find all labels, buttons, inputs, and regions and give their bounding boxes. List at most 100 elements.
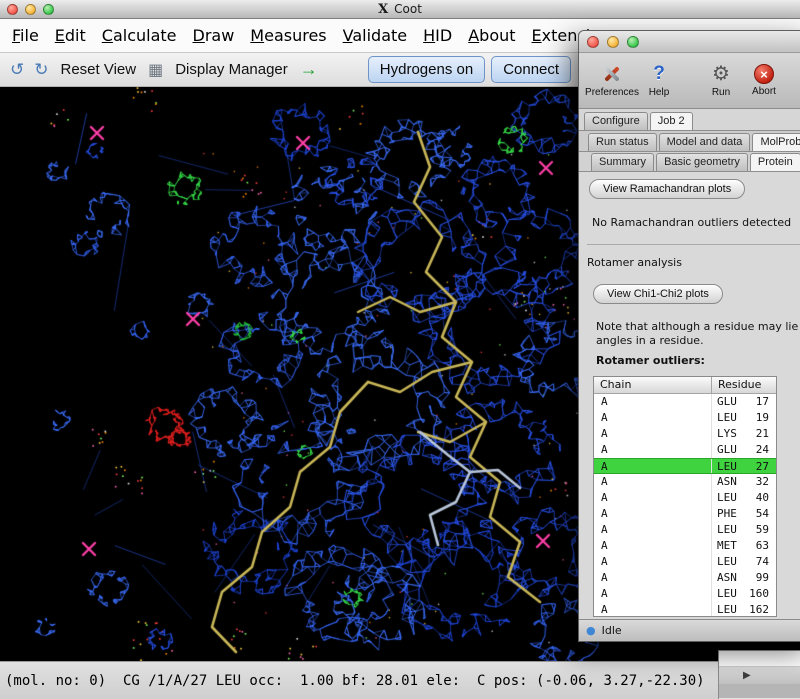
residue-number: 54 xyxy=(756,506,776,522)
abort-label: Abort xyxy=(752,86,776,97)
help-button[interactable]: ? Help xyxy=(641,56,677,106)
residue-number: 99 xyxy=(756,570,776,586)
gear-icon: ⚙ xyxy=(712,63,730,85)
menu-item[interactable]: File xyxy=(4,20,47,52)
residue-number: 19 xyxy=(756,410,776,426)
residue-name: LEU xyxy=(717,459,737,473)
minimize-button[interactable] xyxy=(607,36,619,48)
section-divider xyxy=(587,244,800,245)
molprobity-statusbar: ● Idle xyxy=(579,619,800,641)
tab[interactable]: Basic geometry xyxy=(656,153,748,171)
residue-number: 63 xyxy=(756,538,776,554)
residue-cell: ASN 32 xyxy=(712,474,776,490)
residue-cell: LEU 40 xyxy=(712,490,776,506)
menu-item[interactable]: Validate xyxy=(335,20,415,52)
chain-cell: A xyxy=(594,474,712,490)
tab[interactable]: Model and data xyxy=(659,133,751,151)
go-arrow-button[interactable]: → xyxy=(298,59,320,80)
rotamer-note-line1: Note that although a residue may lie xyxy=(596,320,800,334)
view-ramachandran-plots-button[interactable]: View Ramachandran plots xyxy=(589,179,745,199)
residue-number: 21 xyxy=(756,426,776,442)
rotamer-row[interactable]: A LEU 40 xyxy=(594,490,776,506)
menu-item[interactable]: Draw xyxy=(185,20,243,52)
reset-view-button[interactable]: Reset View xyxy=(57,58,141,81)
rotamer-row[interactable]: A GLU 24 xyxy=(594,442,776,458)
chain-cell: A xyxy=(594,554,712,570)
molprobity-section-tabs: Summary Basic geometry Protein C xyxy=(579,152,800,172)
menu-item[interactable]: About xyxy=(460,20,523,52)
residue-number: 74 xyxy=(756,554,776,570)
rotamer-row[interactable]: A PHE 54 xyxy=(594,506,776,522)
rotamer-row[interactable]: A LYS 21 xyxy=(594,426,776,442)
menu-item[interactable]: HID xyxy=(415,20,460,52)
atom-status-text: (mol. no: 0) CG /1/A/27 LEU occ: 1.00 bf… xyxy=(0,673,705,689)
tab[interactable]: Protein xyxy=(750,153,800,171)
residue-column-header[interactable]: Residue xyxy=(712,377,776,393)
redo-view-button[interactable]: ↻ xyxy=(32,60,50,80)
connect-toggle[interactable]: Connect xyxy=(491,56,571,83)
residue-name: LEU xyxy=(717,522,737,538)
close-button[interactable] xyxy=(587,36,599,48)
tab[interactable]: Run status xyxy=(588,133,657,151)
rotamer-row[interactable]: A LEU 27 xyxy=(594,458,776,474)
rotamer-row[interactable]: A LEU 19 xyxy=(594,410,776,426)
tab[interactable]: Summary xyxy=(591,153,654,171)
residue-cell: LEU 27 xyxy=(712,459,776,473)
residue-name: ASN xyxy=(717,474,737,490)
tab[interactable]: MolProbity xyxy=(752,133,800,151)
run-button[interactable]: ⚙ Run xyxy=(701,56,741,106)
residue-number: 27 xyxy=(756,459,776,473)
chain-cell: A xyxy=(594,522,712,538)
tab-label: Job 2 xyxy=(658,115,685,127)
rotamer-row[interactable]: A ASN 99 xyxy=(594,570,776,586)
rotamer-row[interactable]: A GLU 17 xyxy=(594,394,776,410)
rotamer-note-line2: angles in a residue. xyxy=(596,334,800,348)
menu-item[interactable]: Calculate xyxy=(94,20,185,52)
undo-view-button[interactable]: ↺ xyxy=(8,60,26,80)
residue-name: MET xyxy=(717,538,737,554)
chain-cell: A xyxy=(594,538,712,554)
abort-button[interactable]: × Abort xyxy=(741,56,787,106)
view-chi-plots-button[interactable]: View Chi1-Chi2 plots xyxy=(593,284,723,304)
protein-tab-content: View Ramachandran plots No Ramachandran … xyxy=(579,172,800,619)
display-manager-button[interactable]: Display Manager xyxy=(171,58,292,81)
rotamer-analysis-title: Rotamer analysis xyxy=(587,256,682,269)
residue-number: 160 xyxy=(749,586,776,602)
zoom-button[interactable] xyxy=(627,36,639,48)
residue-cell: LEU 74 xyxy=(712,554,776,570)
rotamer-outliers-table: Chain Residue A GLU 17 xyxy=(593,376,777,617)
chain-cell: A xyxy=(594,410,712,426)
rotamer-row[interactable]: A MET 63 xyxy=(594,538,776,554)
hydrogens-toggle[interactable]: Hydrogens on xyxy=(368,56,485,83)
rotamer-row[interactable]: A ASN 32 xyxy=(594,474,776,490)
rotamer-row[interactable]: A LEU 160 xyxy=(594,586,776,602)
residue-number: 59 xyxy=(756,522,776,538)
tab-label: Run status xyxy=(596,136,649,148)
chain-cell: A xyxy=(594,506,712,522)
residue-cell: LEU 19 xyxy=(712,410,776,426)
run-label: Run xyxy=(712,87,730,98)
preferences-button[interactable]: Preferences xyxy=(583,56,641,106)
residue-name: LEU xyxy=(717,602,737,617)
coot-titlebar: X Coot xyxy=(0,0,800,19)
scroll-arrow-icon: ▶ xyxy=(743,670,751,681)
rotamer-row[interactable]: A LEU 59 xyxy=(594,522,776,538)
residue-name: PHE xyxy=(717,506,737,522)
residue-cell: LEU 59 xyxy=(712,522,776,538)
tab[interactable]: Configure xyxy=(584,112,648,130)
residue-cell: LYS 21 xyxy=(712,426,776,442)
menu-item[interactable]: Measures xyxy=(242,20,334,52)
tab[interactable]: Job 2 xyxy=(650,112,693,130)
help-icon: ? xyxy=(653,63,665,85)
job-tabs: Configure Job 2 xyxy=(579,109,800,131)
molprobity-toolbar: Preferences ? Help ⚙ Run × Abort xyxy=(579,53,800,109)
corner-scrollbar[interactable]: ▶ xyxy=(719,667,800,684)
menu-item[interactable]: Edit xyxy=(47,20,94,52)
chain-column-header[interactable]: Chain xyxy=(594,377,712,393)
residue-name: LEU xyxy=(717,410,737,426)
residue-cell: MET 63 xyxy=(712,538,776,554)
residue-name: LEU xyxy=(717,490,737,506)
rotamer-row[interactable]: A LEU 162 xyxy=(594,602,776,617)
rotamer-row[interactable]: A LEU 74 xyxy=(594,554,776,570)
display-manager-icon: ▦ xyxy=(146,60,165,79)
